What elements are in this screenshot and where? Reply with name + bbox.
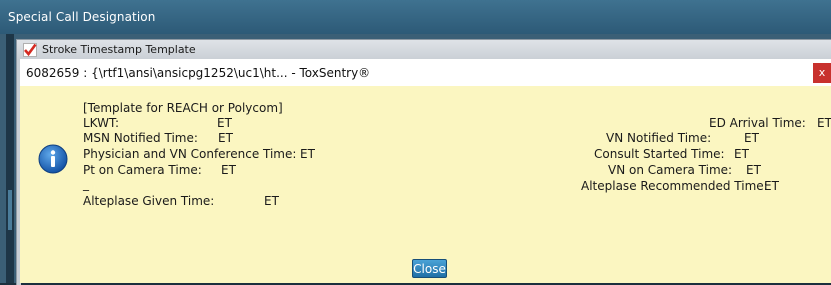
inner-window-titlebar[interactable]: Stroke Timestamp Template xyxy=(16,39,831,60)
msn-notified-label: MSN Notified Time: xyxy=(83,131,198,145)
vn-notified-label: VN Notified Time: xyxy=(606,131,712,145)
vn-on-camera-label: VN on Camera Time: xyxy=(608,163,733,177)
inner-window-title: Stroke Timestamp Template xyxy=(42,43,196,56)
template-header: [Template for REACH or Polycom] xyxy=(83,101,283,115)
red-check-icon xyxy=(23,43,37,57)
pt-on-camera-label: Pt on Camera Time: xyxy=(83,163,202,177)
vn-notified-value: ET xyxy=(744,131,759,145)
outer-window-title: Special Call Designation xyxy=(8,10,156,24)
alteplase-given-label: Alteplase Given Time: xyxy=(83,194,215,208)
outer-window-titlebar[interactable]: Special Call Designation xyxy=(0,0,831,35)
vn-on-camera-value: ET xyxy=(746,163,761,177)
ed-arrival-value: ET xyxy=(817,116,831,130)
lkwt-label: LKWT: xyxy=(83,116,120,130)
outer-window-side-panel xyxy=(6,34,14,285)
consult-started-label: Consult Started Time: xyxy=(594,147,725,161)
ed-arrival-label: ED Arrival Time: xyxy=(709,116,806,130)
blank-line-marker: _ xyxy=(83,177,89,191)
alteplase-given-value: ET xyxy=(264,194,279,208)
alteplase-recommended-label: Alteplase Recommended Time: xyxy=(581,179,768,193)
message-dialog-title: 6082659 : {\rtf1\ansi\ansicpg1252\uc1\ht… xyxy=(26,66,371,80)
close-icon[interactable]: x xyxy=(813,63,831,83)
alteplase-recommended-value: ET xyxy=(764,179,779,193)
outer-window-side-marker xyxy=(8,190,12,230)
msn-notified-value: ET xyxy=(218,131,233,145)
lkwt-value: ET xyxy=(217,116,232,130)
message-dialog-titlebar[interactable]: 6082659 : {\rtf1\ansi\ansicpg1252\uc1\ht… xyxy=(20,59,831,87)
message-dialog-body: [Template for REACH or Polycom] LKWT: ET… xyxy=(20,86,831,283)
physician-vn-conference-label: Physician and VN Conference Time: xyxy=(83,147,297,161)
physician-vn-conference-value: ET xyxy=(300,147,315,161)
pt-on-camera-value: ET xyxy=(221,163,236,177)
info-icon xyxy=(38,144,68,174)
close-button[interactable]: Close xyxy=(412,259,447,278)
consult-started-value: ET xyxy=(734,147,749,161)
